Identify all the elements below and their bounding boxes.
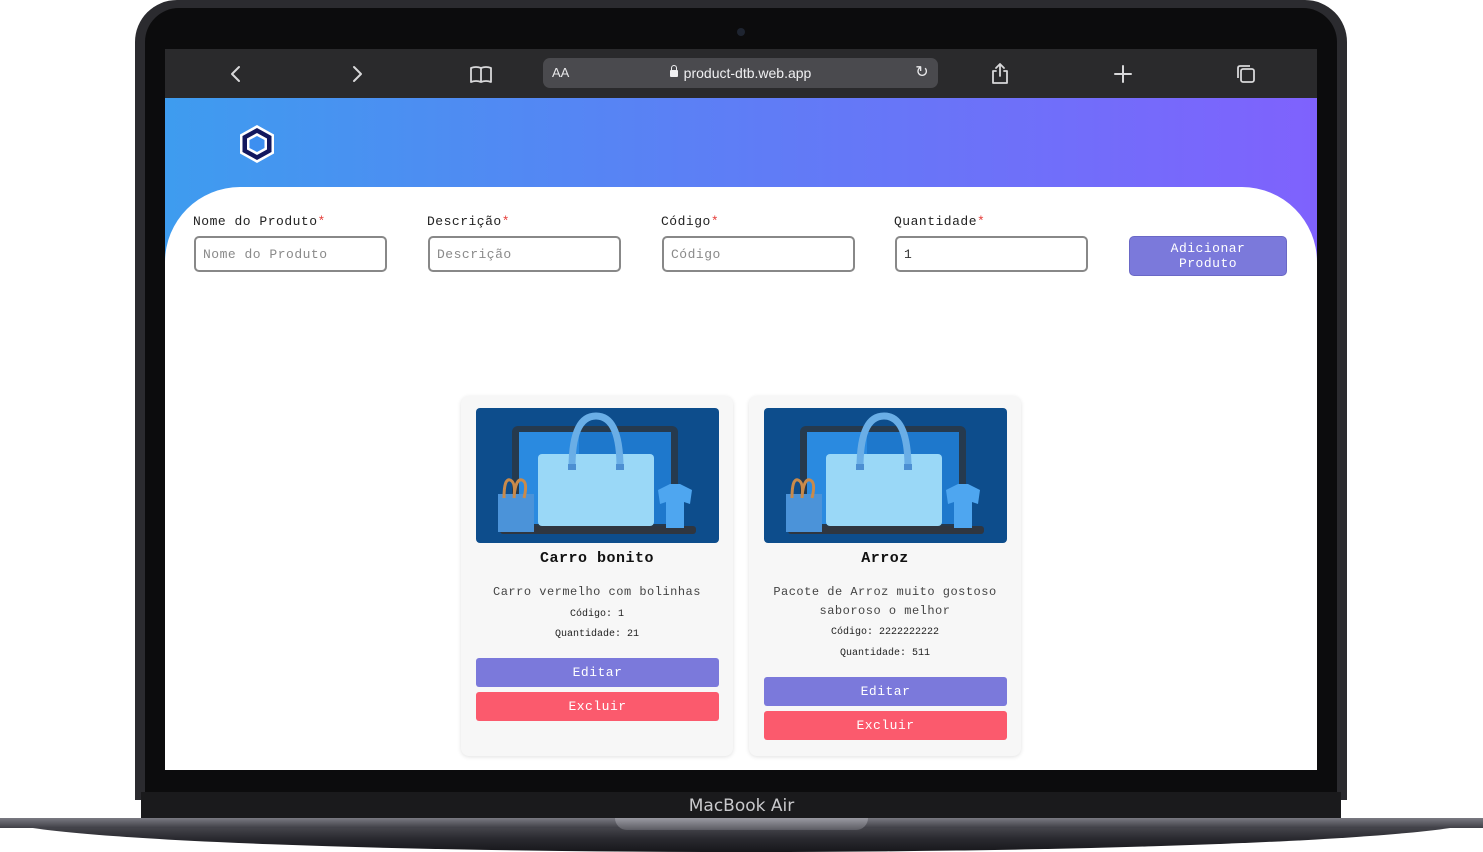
description-field: Descrição* (427, 214, 621, 272)
back-icon[interactable] (223, 61, 249, 87)
new-tab-icon[interactable] (1110, 61, 1136, 87)
shopping-bag-image (764, 408, 1007, 543)
share-icon[interactable] (987, 61, 1013, 87)
laptop-notch (615, 818, 868, 830)
screen: AA product-dtb.web.app ↻ Nome do Produto… (165, 49, 1317, 770)
description-label: Descrição* (427, 214, 511, 229)
reload-icon[interactable]: ↻ (912, 62, 932, 82)
product-name-label: Nome do Produto* (193, 214, 326, 229)
camera-icon (737, 28, 745, 36)
hexagon-logo-icon[interactable] (238, 124, 276, 164)
product-description: Carro vermelho com bolinhas (493, 585, 701, 599)
device-label: MacBook Air (688, 796, 795, 816)
tabs-icon[interactable] (1233, 61, 1259, 87)
product-card: Arroz Pacote de Arroz muito gostoso sabo… (749, 396, 1021, 756)
add-product-label-line1: Adicionar (1170, 241, 1246, 256)
forward-icon[interactable] (344, 61, 370, 87)
product-quantity: Quantidade: 511 (839, 648, 931, 659)
url-text: product-dtb.web.app (683, 65, 812, 81)
delete-button[interactable]: Excluir (476, 692, 719, 721)
code-input[interactable] (662, 236, 855, 272)
lock-icon (669, 65, 678, 77)
product-code: Código: 1 (569, 609, 625, 620)
web-page: Nome do Produto* Descrição* Código* Quan… (165, 98, 1317, 770)
quantity-label: Quantidade* (894, 214, 986, 229)
product-name-input[interactable] (194, 236, 387, 272)
add-product-label-line2: Produto (1178, 256, 1238, 271)
add-product-button[interactable]: Adicionar Produto (1129, 236, 1287, 276)
product-name-field: Nome do Produto* (193, 214, 387, 272)
code-field: Código* (661, 214, 855, 272)
quantity-field: Quantidade* (894, 214, 1088, 272)
product-card: Carro bonito Carro vermelho com bolinhas… (461, 396, 733, 756)
url-bar[interactable]: AA product-dtb.web.app ↻ (543, 58, 938, 88)
description-input[interactable] (428, 236, 621, 272)
edit-button[interactable]: Editar (764, 677, 1007, 706)
product-title: Arroz (861, 550, 909, 567)
shopping-bag-image (476, 408, 719, 543)
product-title: Carro bonito (539, 550, 655, 567)
quantity-input[interactable] (895, 236, 1088, 272)
bookmarks-icon[interactable] (468, 61, 494, 87)
product-description: Pacote de Arroz muito gostoso saboroso o… (773, 585, 997, 618)
browser-toolbar: AA product-dtb.web.app ↻ (165, 49, 1317, 98)
delete-button[interactable]: Excluir (764, 711, 1007, 740)
edit-button[interactable]: Editar (476, 658, 719, 687)
product-code: Código: 2222222222 (830, 627, 940, 638)
code-label: Código* (661, 214, 720, 229)
product-quantity: Quantidade: 21 (554, 629, 640, 640)
